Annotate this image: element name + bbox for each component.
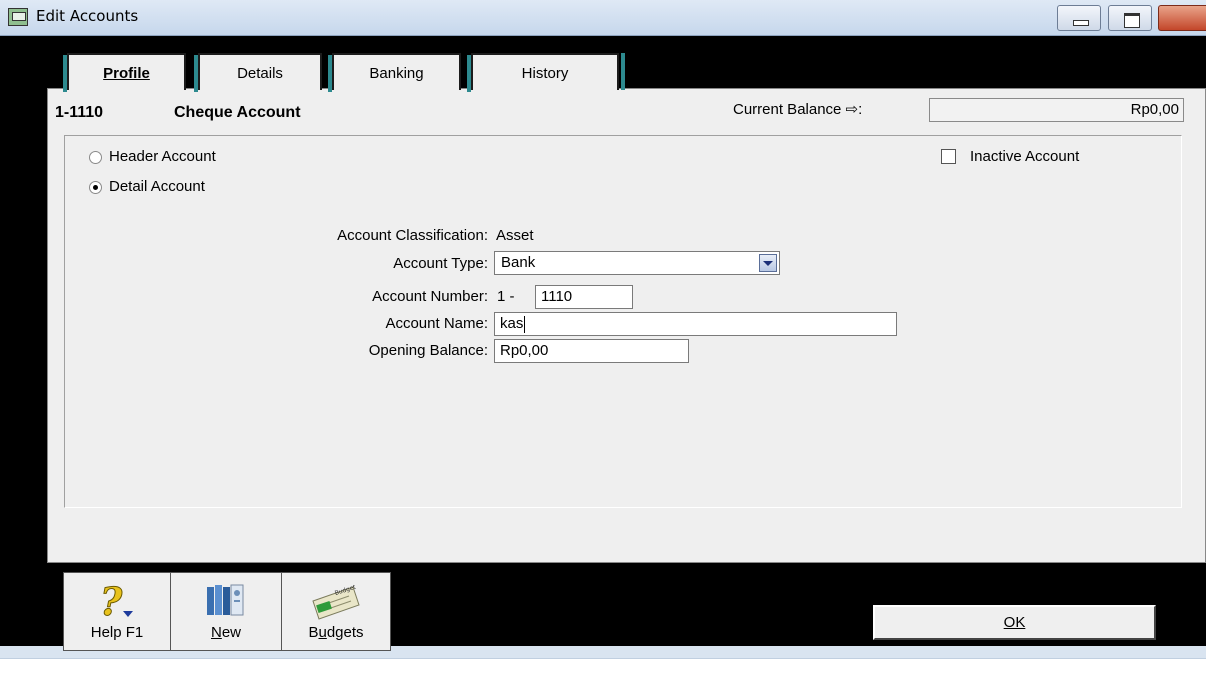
current-balance-field: Rp0,00	[929, 98, 1184, 122]
tab-strip-end	[621, 53, 625, 90]
window-bottom-edge	[0, 646, 1206, 680]
budgets-button[interactable]: Budget Budgets	[282, 573, 390, 650]
account-number-prefix: 1 -	[497, 288, 515, 305]
budgets-label: Budgets	[308, 624, 364, 641]
chevron-down-icon[interactable]	[759, 254, 777, 272]
maximize-button[interactable]	[1108, 5, 1152, 31]
svg-text:?: ?	[100, 581, 123, 623]
classification-label: Account Classification:	[337, 227, 488, 244]
ok-label: OK	[1003, 614, 1026, 631]
account-type-label: Account Type:	[393, 255, 488, 272]
opening-balance-field[interactable]: Rp0,00	[494, 339, 689, 363]
opening-balance-label: Opening Balance:	[368, 342, 488, 359]
text-caret	[524, 315, 526, 333]
tab-profile-label: Profile	[103, 65, 150, 82]
tab-banking[interactable]: Banking	[328, 53, 461, 92]
inactive-account-label[interactable]: Inactive Account	[970, 148, 1079, 165]
account-name-label: Account Name:	[385, 315, 488, 332]
new-account-icon	[207, 584, 244, 616]
account-type-select[interactable]: Bank	[494, 251, 780, 275]
account-number-label: Account Number:	[372, 288, 488, 305]
help-icon: ?	[100, 581, 133, 623]
ok-button[interactable]: OK	[872, 604, 1157, 641]
minimize-button[interactable]	[1057, 5, 1101, 31]
current-balance-label: Current Balance ⇨:	[733, 101, 863, 118]
account-name-field[interactable]: kas	[494, 312, 897, 336]
account-number-field[interactable]: 1110	[535, 285, 633, 309]
tab-history-label: History	[521, 65, 569, 82]
new-button[interactable]: New	[171, 573, 282, 650]
inactive-account-checkbox[interactable]	[941, 149, 956, 164]
close-button[interactable]	[1158, 5, 1206, 31]
tab-banking-label: Banking	[369, 65, 424, 82]
account-name-value: kas	[500, 315, 524, 332]
account-title: Cheque Account	[174, 104, 301, 121]
account-type-value: Bank	[501, 254, 536, 271]
detail-account-radio[interactable]	[89, 181, 102, 194]
app-icon	[8, 8, 28, 26]
window-title: Edit Accounts	[36, 7, 139, 25]
header-account-label[interactable]: Header Account	[109, 148, 216, 165]
new-label: New	[210, 624, 242, 641]
budget-icon: Budget	[312, 584, 360, 620]
classification-value: Asset	[496, 227, 534, 244]
tab-profile[interactable]: Profile	[63, 53, 186, 92]
tab-history[interactable]: History	[467, 53, 619, 92]
tab-details-label: Details	[237, 65, 283, 82]
account-code: 1-1110	[55, 104, 104, 121]
header-account-radio[interactable]	[89, 151, 102, 164]
bottom-toolbar: ? Help F1 New Budget Budgets	[63, 572, 391, 651]
detail-account-label[interactable]: Detail Account	[109, 178, 205, 195]
help-button[interactable]: ? Help F1	[64, 573, 171, 650]
title-bar: Edit Accounts	[0, 0, 1206, 36]
help-label: Help F1	[90, 624, 144, 641]
tab-details[interactable]: Details	[194, 53, 322, 92]
